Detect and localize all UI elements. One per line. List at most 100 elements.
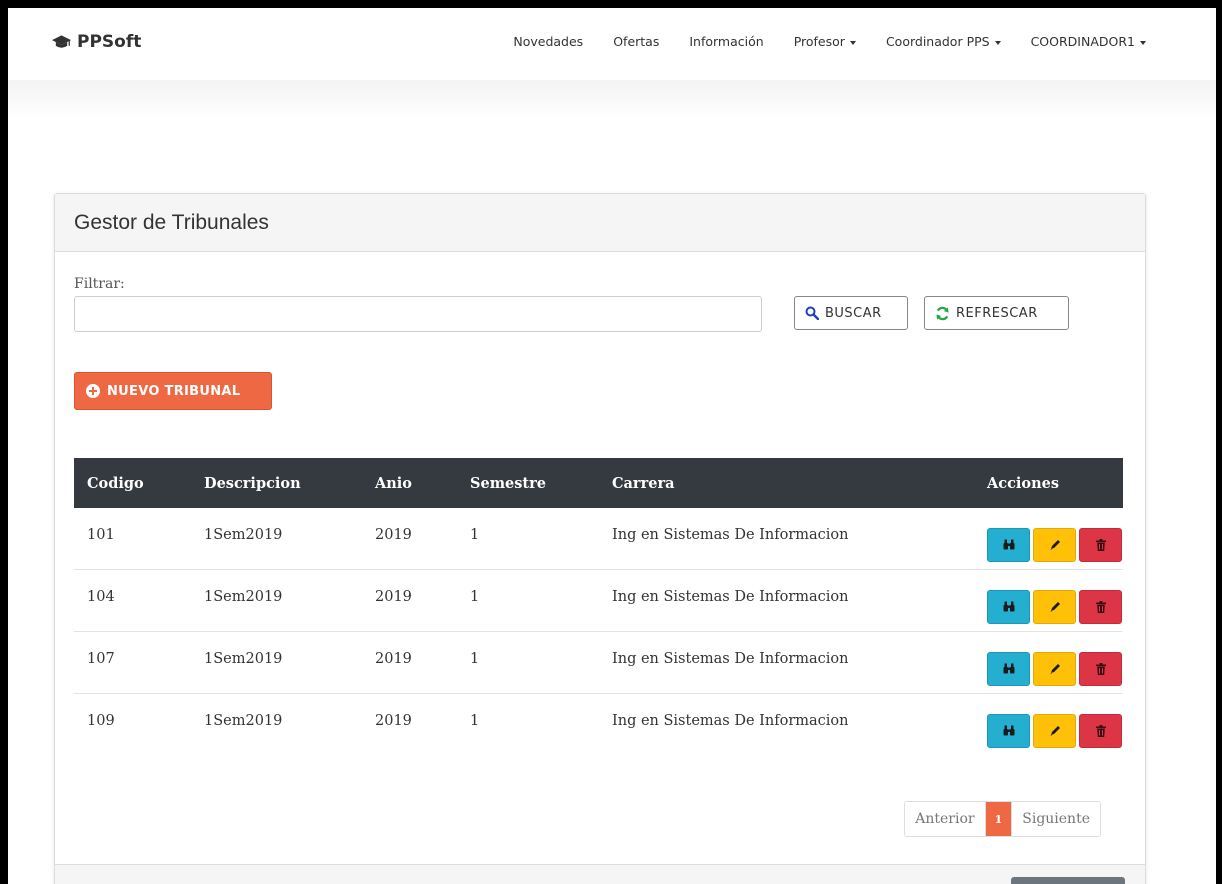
plus-circle-icon xyxy=(86,384,100,398)
view-button[interactable] xyxy=(987,589,1030,624)
table-cell: 109 xyxy=(74,694,191,756)
table-cell: 101 xyxy=(74,508,191,570)
refresh-button[interactable]: REFRESCAR xyxy=(924,296,1069,330)
table-cell: 1Sem2019 xyxy=(191,508,362,570)
table-cell: 2019 xyxy=(362,508,457,570)
cell-text: Ing en Sistemas De Informacion xyxy=(612,712,849,729)
nav-item-label: Información xyxy=(689,34,764,49)
column-header[interactable]: Carrera xyxy=(599,458,974,508)
table-cell: 1Sem2019 xyxy=(191,631,362,694)
edit-button[interactable] xyxy=(1033,589,1076,624)
nav-menu: Novedades Ofertas Información Profesor C… xyxy=(483,34,1146,49)
table-header-row: Codigo Descripcion Anio Semestre Carrera… xyxy=(74,458,1123,508)
cell-text: 1 xyxy=(470,650,480,667)
cell-text: 1 xyxy=(470,712,480,729)
view-button[interactable] xyxy=(987,527,1030,562)
table-cell: 1Sem2019 xyxy=(191,569,362,632)
row-actions xyxy=(987,527,1123,562)
navbar: PPSoft Novedades Ofertas Información Pro… xyxy=(8,8,1216,81)
pencil-icon xyxy=(1049,601,1061,613)
trash-icon xyxy=(1095,538,1106,551)
search-icon xyxy=(805,306,819,320)
caret-down-icon xyxy=(1140,40,1146,45)
view-button[interactable] xyxy=(987,713,1030,748)
table-cell: 1 xyxy=(457,631,599,694)
binoculars-icon xyxy=(1003,601,1015,612)
cell-text: 107 xyxy=(87,650,115,667)
trash-icon xyxy=(1095,724,1106,737)
table-cell: 104 xyxy=(74,569,191,632)
table-cell: Ing en Sistemas De Informacion xyxy=(599,508,974,570)
actions-cell xyxy=(974,631,1123,694)
table-row: 109 1Sem2019 2019 1 Ing en Sistemas De Infor… xyxy=(74,694,1123,756)
nav-item-profesor[interactable]: Profesor xyxy=(794,34,856,49)
nav-item-ofertas[interactable]: Ofertas xyxy=(613,34,659,49)
panel-footer xyxy=(55,864,1145,884)
edit-button[interactable] xyxy=(1033,651,1076,686)
nav-item-label: Coordinador PPS xyxy=(885,34,990,49)
pagination-prev[interactable]: Anterior xyxy=(905,802,986,836)
table-row: 107 1Sem2019 2019 1 Ing en Sistemas De Infor… xyxy=(74,631,1123,694)
browser-viewport: PPSoft Novedades Ofertas Información Pro… xyxy=(8,8,1216,884)
page-title: Gestor de Tribunales xyxy=(74,210,269,234)
new-tribunal-button[interactable]: NUEVO TRIBUNAL xyxy=(74,372,272,410)
cell-text: 2019 xyxy=(375,712,412,729)
cell-text: 2019 xyxy=(375,650,412,667)
column-header[interactable]: Semestre xyxy=(457,458,599,508)
nav-item-informacion[interactable]: Información xyxy=(689,34,763,49)
pagination-current[interactable]: 1 xyxy=(985,802,1012,836)
filter-input[interactable] xyxy=(74,296,762,332)
table-cell: Ing en Sistemas De Informacion xyxy=(599,569,974,632)
cell-text: 2019 xyxy=(375,588,412,605)
view-button[interactable] xyxy=(987,651,1030,686)
column-header: Acciones xyxy=(974,458,1123,508)
cell-text: Ing en Sistemas De Informacion xyxy=(612,650,849,667)
nav-item-novedades[interactable]: Novedades xyxy=(513,34,583,49)
cell-text: Ing en Sistemas De Informacion xyxy=(612,526,849,543)
cell-text: 1Sem2019 xyxy=(204,588,283,605)
edit-button[interactable] xyxy=(1033,713,1076,748)
panel-heading: Gestor de Tribunales xyxy=(55,194,1145,252)
table-cell: 1 xyxy=(457,569,599,632)
binoculars-icon xyxy=(1003,725,1015,736)
column-header[interactable]: Anio xyxy=(362,458,457,508)
table-cell: 2019 xyxy=(362,631,457,694)
filter-label: Filtrar: xyxy=(74,276,125,292)
brand[interactable]: PPSoft xyxy=(52,32,141,52)
delete-button[interactable] xyxy=(1079,527,1122,562)
graduation-cap-icon xyxy=(52,35,71,48)
edit-button[interactable] xyxy=(1033,527,1076,562)
cell-text: 1 xyxy=(470,526,480,543)
column-header[interactable]: Codigo xyxy=(74,458,191,508)
binoculars-icon xyxy=(1003,663,1015,674)
column-header[interactable]: Descripcion xyxy=(191,458,362,508)
nav-item-user-menu[interactable]: COORDINADOR1 xyxy=(1031,34,1146,49)
pencil-icon xyxy=(1049,663,1061,675)
pagination-next[interactable]: Siguiente xyxy=(1011,802,1100,836)
nav-item-label: Ofertas xyxy=(613,34,660,49)
actions-cell xyxy=(974,569,1123,632)
search-button-label: BUSCAR xyxy=(825,305,882,321)
cell-text: 104 xyxy=(87,588,115,605)
delete-button[interactable] xyxy=(1079,589,1122,624)
nav-item-label: COORDINADOR1 xyxy=(1030,34,1135,49)
table-row: 101 1Sem2019 2019 1 Ing en Sistemas De Infor… xyxy=(74,508,1123,570)
pagination: Anterior 1 Siguiente xyxy=(904,801,1101,837)
trash-icon xyxy=(1095,662,1106,675)
cell-text: 101 xyxy=(87,526,115,543)
table-cell: 107 xyxy=(74,631,191,694)
delete-button[interactable] xyxy=(1079,713,1122,748)
pencil-icon xyxy=(1049,539,1061,551)
table-cell: 1 xyxy=(457,694,599,756)
cell-text: 1 xyxy=(470,588,480,605)
row-actions xyxy=(987,589,1123,624)
table-cell: 1 xyxy=(457,508,599,570)
footer-button[interactable] xyxy=(1011,877,1125,884)
refresh-button-label: REFRESCAR xyxy=(956,305,1038,321)
navbar-shadow-band xyxy=(8,80,1216,120)
cell-text: 1Sem2019 xyxy=(204,712,283,729)
new-tribunal-label: NUEVO TRIBUNAL xyxy=(107,383,241,399)
search-button[interactable]: BUSCAR xyxy=(794,296,908,330)
delete-button[interactable] xyxy=(1079,651,1122,686)
nav-item-coordinador-pps[interactable]: Coordinador PPS xyxy=(886,34,1001,49)
